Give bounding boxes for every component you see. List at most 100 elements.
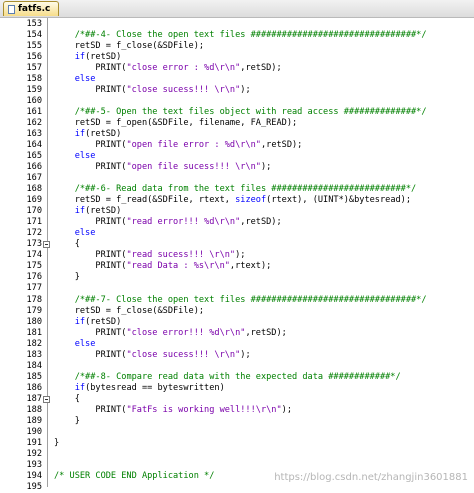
code-line[interactable]: 164 PRINT("open file error : %d\r\n",ret… <box>0 140 474 151</box>
code-text: if(retSD) <box>54 52 122 63</box>
fold-toggle-icon[interactable] <box>43 241 50 249</box>
code-token: if <box>74 129 86 140</box>
code-token: PRINT( <box>54 140 127 151</box>
line-number: 163 <box>26 129 42 140</box>
code-line[interactable]: 174 PRINT("read sucess!!! \r\n"); <box>0 250 474 261</box>
code-token: PRINT( <box>54 404 127 415</box>
code-line[interactable]: 180 if(retSD) <box>0 317 474 328</box>
code-line[interactable]: 172 else <box>0 228 474 239</box>
code-line[interactable]: 175 PRINT("read Data : %s\r\n",rtext); <box>0 261 474 272</box>
code-token: "read error!!! %d\r\n" <box>126 217 241 228</box>
code-text: PRINT("close sucess!!! \r\n"); <box>54 349 250 361</box>
line-number: 170 <box>26 206 42 217</box>
line-number: 154 <box>26 30 42 41</box>
code-line[interactable]: 159 PRINT("close sucess!!! \r\n"); <box>0 85 474 96</box>
line-number: 164 <box>26 140 42 151</box>
code-line[interactable]: 155 retSD = f_close(&SDFile); <box>0 41 474 52</box>
code-editor[interactable]: 153 154 /*##-4- Close the open text files… <box>0 18 474 492</box>
line-number: 156 <box>26 52 42 63</box>
code-line[interactable]: 187 { <box>0 394 474 405</box>
line-number: 179 <box>26 305 42 316</box>
code-token: ,retSD); <box>260 140 303 151</box>
code-line[interactable]: 157 PRINT("close error : %d\r\n",retSD); <box>0 63 474 74</box>
code-line[interactable]: 170 if(retSD) <box>0 206 474 217</box>
code-line[interactable]: 184 <box>0 361 474 372</box>
code-token: ); <box>240 85 251 96</box>
code-line[interactable]: 163 if(retSD) <box>0 129 474 140</box>
code-token: else <box>74 338 96 349</box>
code-line[interactable]: 156 if(retSD) <box>0 52 474 63</box>
code-token: /*##-6- Read data from the text files ##… <box>74 184 417 195</box>
code-line[interactable]: 186 if(bytesread == byteswritten) <box>0 383 474 394</box>
line-number: 169 <box>26 195 42 206</box>
tab-label: fatfs.c <box>18 4 51 14</box>
code-line[interactable]: 166 PRINT("open file sucess!!! \r\n"); <box>0 162 474 173</box>
code-line[interactable]: 160 <box>0 96 474 107</box>
line-number: 172 <box>26 228 42 239</box>
code-line[interactable]: 188 PRINT("FatFs is working well!!!\r\n"… <box>0 405 474 416</box>
line-number: 178 <box>26 294 42 305</box>
code-line[interactable]: 168 /*##-6- Read data from the text file… <box>0 184 474 195</box>
code-token: "read sucess!!! \r\n" <box>126 250 236 261</box>
code-line[interactable]: 181 PRINT("close error!!! %d\r\n",retSD)… <box>0 328 474 339</box>
code-line[interactable]: 195 <box>0 482 474 493</box>
line-number: 185 <box>26 371 42 382</box>
code-line[interactable]: 191} <box>0 438 474 449</box>
code-line[interactable]: 173 { <box>0 239 474 250</box>
code-token: /* USER CODE END Application */ <box>54 470 215 481</box>
code-token: { <box>54 393 80 404</box>
code-text: PRINT("open file error : %d\r\n",retSD); <box>54 140 302 151</box>
code-line[interactable]: 182 else <box>0 339 474 350</box>
line-number: 165 <box>26 151 42 162</box>
code-line[interactable]: 189 } <box>0 416 474 427</box>
code-text: if(retSD) <box>54 129 122 140</box>
line-number: 157 <box>26 63 42 74</box>
code-line[interactable]: 185 /*##-8- Compare read data with the e… <box>0 372 474 383</box>
code-line[interactable]: 179 retSD = f_close(&SDFile); <box>0 306 474 317</box>
code-line[interactable]: 177 <box>0 283 474 294</box>
line-number: 191 <box>26 437 42 448</box>
line-number: 167 <box>26 173 42 184</box>
line-number: 171 <box>26 217 42 228</box>
code-text: PRINT("read sucess!!! \r\n"); <box>54 250 245 261</box>
code-line[interactable]: 192 <box>0 449 474 460</box>
code-line[interactable]: 158 else <box>0 74 474 85</box>
code-line[interactable]: 183 PRINT("close sucess!!! \r\n"); <box>0 350 474 361</box>
code-line[interactable]: 176 } <box>0 272 474 283</box>
line-number: 159 <box>26 85 42 96</box>
code-token: (retSD) <box>85 52 122 63</box>
line-number: 160 <box>26 96 42 107</box>
code-text: else <box>54 151 96 162</box>
code-token: (retSD) <box>85 316 122 327</box>
code-line[interactable]: 165 else <box>0 151 474 162</box>
code-token: retSD = f_open(&SDFile, filename, FA_REA… <box>54 118 298 129</box>
code-line[interactable]: 178 /*##-7- Close the open text files ##… <box>0 295 474 306</box>
code-line[interactable]: 190 <box>0 427 474 438</box>
code-line[interactable]: 153 <box>0 19 474 30</box>
line-number: 174 <box>26 250 42 261</box>
fold-toggle-icon[interactable] <box>43 395 50 403</box>
code-text: /*##-4- Close the open text files ######… <box>54 30 427 41</box>
code-token: PRINT( <box>54 327 127 338</box>
code-text: if(retSD) <box>54 206 122 217</box>
code-line[interactable]: 193 <box>0 460 474 471</box>
code-token: PRINT( <box>54 349 127 360</box>
code-text: PRINT("read error!!! %d\r\n",retSD); <box>54 217 281 228</box>
code-line[interactable]: 154 /*##-4- Close the open text files ##… <box>0 30 474 41</box>
code-line[interactable]: 171 PRINT("read error!!! %d\r\n",retSD); <box>0 217 474 228</box>
tab-fatfs-c[interactable]: fatfs.c <box>3 1 59 16</box>
code-token: (bytesread == byteswritten) <box>85 382 225 393</box>
code-line[interactable]: 162 retSD = f_open(&SDFile, filename, FA… <box>0 118 474 129</box>
code-token: retSD = f_close(&SDFile); <box>54 41 205 52</box>
code-line[interactable]: 169 retSD = f_read(&SDFile, rtext, sizeo… <box>0 195 474 206</box>
line-number: 183 <box>26 349 42 360</box>
code-line[interactable]: 167 <box>0 173 474 184</box>
code-token: /*##-8- Compare read data with the expec… <box>74 371 401 382</box>
code-line[interactable]: 161 /*##-5- Open the text files object w… <box>0 107 474 118</box>
code-token: } <box>54 437 60 448</box>
